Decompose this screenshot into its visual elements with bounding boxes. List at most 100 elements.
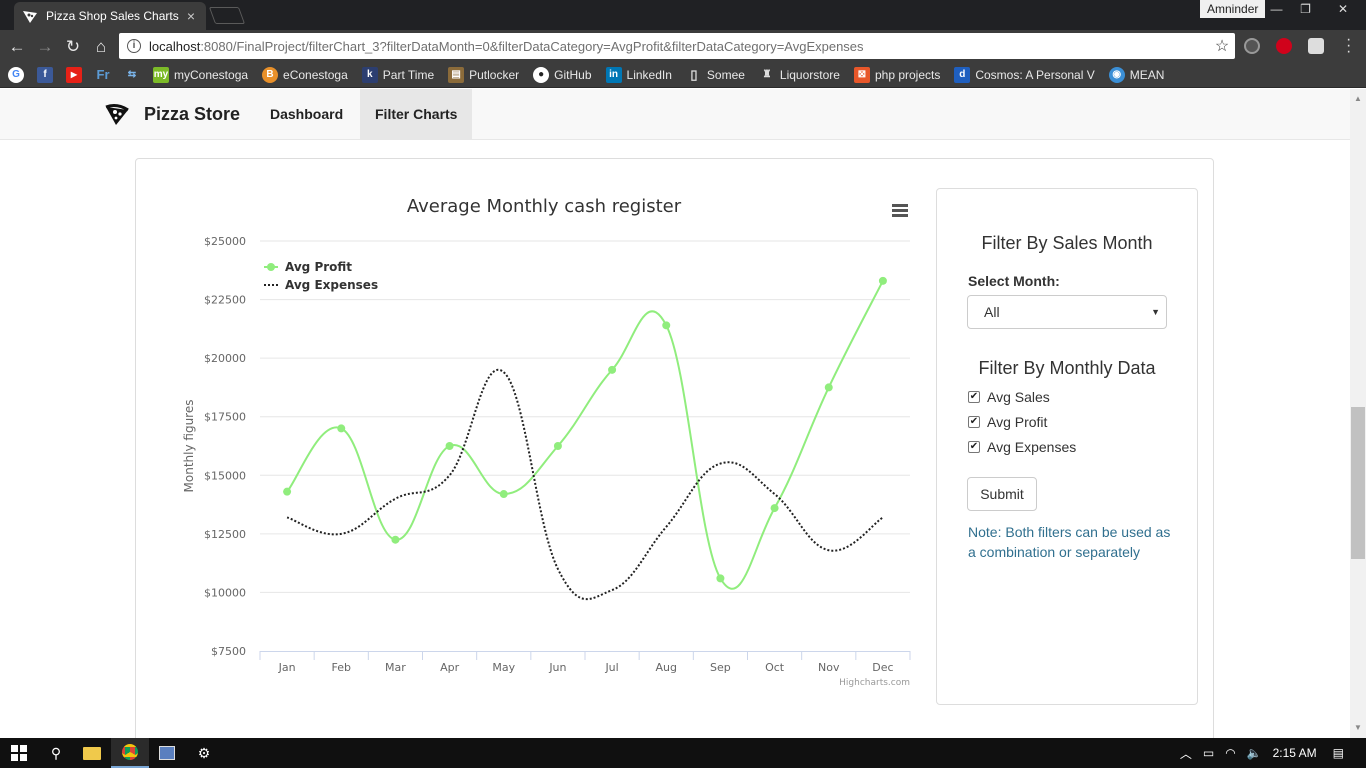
checkbox-avg-expenses[interactable]: ✔ Avg Expenses: [968, 439, 1076, 455]
bookmark-item[interactable]: G: [8, 67, 29, 83]
google-icon: G: [8, 67, 24, 83]
bookmark-item[interactable]: Fr: [95, 67, 116, 83]
y-tick-label: $7500: [211, 645, 246, 658]
browser-menu-icon[interactable]: · · ·: [1346, 32, 1351, 60]
window-controls: — ❐ ✕: [1262, 0, 1366, 18]
checkbox-avg-sales[interactable]: ✔ Avg Sales: [968, 389, 1050, 405]
bookmark-item[interactable]: in LinkedIn: [605, 67, 672, 83]
bookmark-item[interactable]: d Cosmos: A Personal V: [954, 67, 1095, 83]
notifications-icon[interactable]: ▤: [1333, 746, 1344, 760]
brand[interactable]: Pizza Store: [104, 101, 240, 127]
x-tick-label: Jun: [548, 661, 566, 674]
bookmark-item[interactable]: ⊠ php projects: [853, 67, 940, 83]
battery-icon[interactable]: ▭: [1203, 746, 1214, 760]
bookmark-item[interactable]: ▯ Somee: [685, 67, 745, 83]
bookmark-item[interactable]: BeConestoga: [262, 67, 348, 83]
kijiji-icon: k: [361, 67, 378, 83]
github-icon: ●: [533, 67, 550, 83]
volume-icon[interactable]: 🔈: [1247, 746, 1262, 760]
bookmark-item[interactable]: ⇆: [124, 67, 145, 83]
file-explorer-icon[interactable]: [73, 738, 111, 768]
data-point: [608, 365, 617, 374]
close-window-icon[interactable]: ✕: [1320, 0, 1366, 18]
bookmark-item[interactable]: k Part Time: [361, 67, 434, 83]
extension-bulb-icon[interactable]: [1244, 38, 1260, 54]
y-tick-label: $20000: [204, 352, 246, 365]
bookmark-item[interactable]: ▶: [66, 67, 87, 83]
data-point: [716, 574, 725, 583]
select-month-label: Select Month:: [968, 273, 1060, 289]
scroll-down-icon[interactable]: ▼: [1350, 720, 1366, 736]
month-select[interactable]: All ▼: [967, 295, 1167, 329]
bookmark-item[interactable]: ● GitHub: [533, 67, 592, 83]
x-tick-label: Apr: [440, 661, 460, 674]
filter-data-heading: Filter By Monthly Data: [978, 358, 1156, 378]
settings-icon[interactable]: ⚙: [185, 738, 223, 768]
bookmark-item[interactable]: ◉ MEAN: [1108, 67, 1164, 83]
extension-opera-icon[interactable]: [1276, 38, 1292, 54]
y-tick-label: $12500: [204, 528, 246, 541]
bookmark-star-icon[interactable]: ☆: [1209, 36, 1235, 56]
series-line-avg-expenses: [286, 368, 884, 601]
site-navbar: Pizza Store Dashboard Filter Charts: [0, 89, 1350, 140]
extension-box-icon[interactable]: [1308, 38, 1324, 54]
back-icon[interactable]: ←: [6, 36, 28, 58]
x-tick-label: Jan: [278, 661, 296, 674]
submit-button[interactable]: Submit: [967, 477, 1037, 511]
checkbox-icon[interactable]: ✔: [968, 391, 980, 403]
y-tick-label: $25000: [204, 235, 246, 248]
x-tick-label: Feb: [332, 661, 351, 674]
facebook-icon: f: [37, 67, 53, 83]
page-scrollbar[interactable]: ▲ ▼: [1350, 89, 1366, 738]
x-tick-label: May: [492, 661, 515, 674]
tab-close-icon[interactable]: ×: [184, 8, 198, 24]
new-tab-button[interactable]: [208, 7, 246, 24]
y-tick-label: $15000: [204, 469, 246, 482]
nav-filter-charts[interactable]: Filter Charts: [360, 89, 473, 139]
checkbox-icon[interactable]: ✔: [968, 416, 980, 428]
forward-icon[interactable]: →: [34, 36, 56, 58]
nav-dashboard[interactable]: Dashboard: [255, 89, 358, 139]
browser-tab[interactable]: Pizza Shop Sales Charts ×: [14, 2, 206, 30]
legend-marker: [267, 263, 275, 271]
data-point: [337, 424, 346, 433]
x-tick-label: Oct: [765, 661, 785, 674]
bookmark-item[interactable]: my myConestoga: [153, 67, 248, 83]
scroll-thumb[interactable]: [1351, 407, 1365, 559]
profile-name[interactable]: Amninder: [1200, 0, 1266, 18]
bookmark-item[interactable]: ▤ Putlocker: [448, 67, 519, 83]
data-point: [662, 321, 671, 330]
legend-item: Avg Expenses: [285, 278, 378, 292]
info-icon[interactable]: i: [127, 39, 141, 53]
chart-menu-icon[interactable]: [892, 204, 908, 217]
series-line-avg-profit: [286, 280, 884, 590]
tab-title: Pizza Shop Sales Charts: [46, 9, 179, 23]
search-icon[interactable]: ⚲: [37, 738, 75, 768]
chrome-icon[interactable]: [111, 738, 149, 768]
page-content: Pizza Store Dashboard Filter Charts Aver…: [0, 89, 1350, 738]
mean-icon: ◉: [1108, 67, 1125, 83]
windows-start-icon[interactable]: [0, 738, 38, 768]
chevron-down-icon: ▼: [1151, 307, 1160, 317]
home-icon[interactable]: ⌂: [90, 36, 112, 58]
data-point: [770, 504, 779, 513]
x-tick-label: Mar: [385, 661, 406, 674]
checkbox-avg-profit[interactable]: ✔ Avg Profit: [968, 414, 1047, 430]
filter-panel: Filter By Sales Month Select Month: All …: [936, 188, 1198, 705]
month-select-value: All: [984, 304, 1000, 320]
scroll-up-icon[interactable]: ▲: [1350, 91, 1366, 107]
bookmark-item[interactable]: ♜ Liquorstore: [758, 67, 840, 83]
bookmark-item[interactable]: f: [37, 67, 58, 83]
restore-icon[interactable]: ❐: [1291, 0, 1320, 18]
minimize-icon[interactable]: —: [1262, 0, 1291, 18]
film-icon: ▤: [448, 67, 465, 83]
clock[interactable]: 2:15 AM: [1273, 746, 1317, 760]
chevron-up-icon[interactable]: ︿: [1180, 745, 1192, 762]
url-text[interactable]: localhost:8080/FinalProject/filterChart_…: [149, 39, 1209, 54]
wifi-icon[interactable]: ◠: [1225, 746, 1235, 760]
reload-icon[interactable]: ↻: [62, 36, 84, 58]
tab-strip: Pizza Shop Sales Charts × Amninder — ❐ ✕: [0, 0, 1366, 30]
app-icon[interactable]: [148, 738, 186, 768]
address-bar[interactable]: i localhost:8080/FinalProject/filterChar…: [119, 33, 1235, 59]
checkbox-icon[interactable]: ✔: [968, 441, 980, 453]
